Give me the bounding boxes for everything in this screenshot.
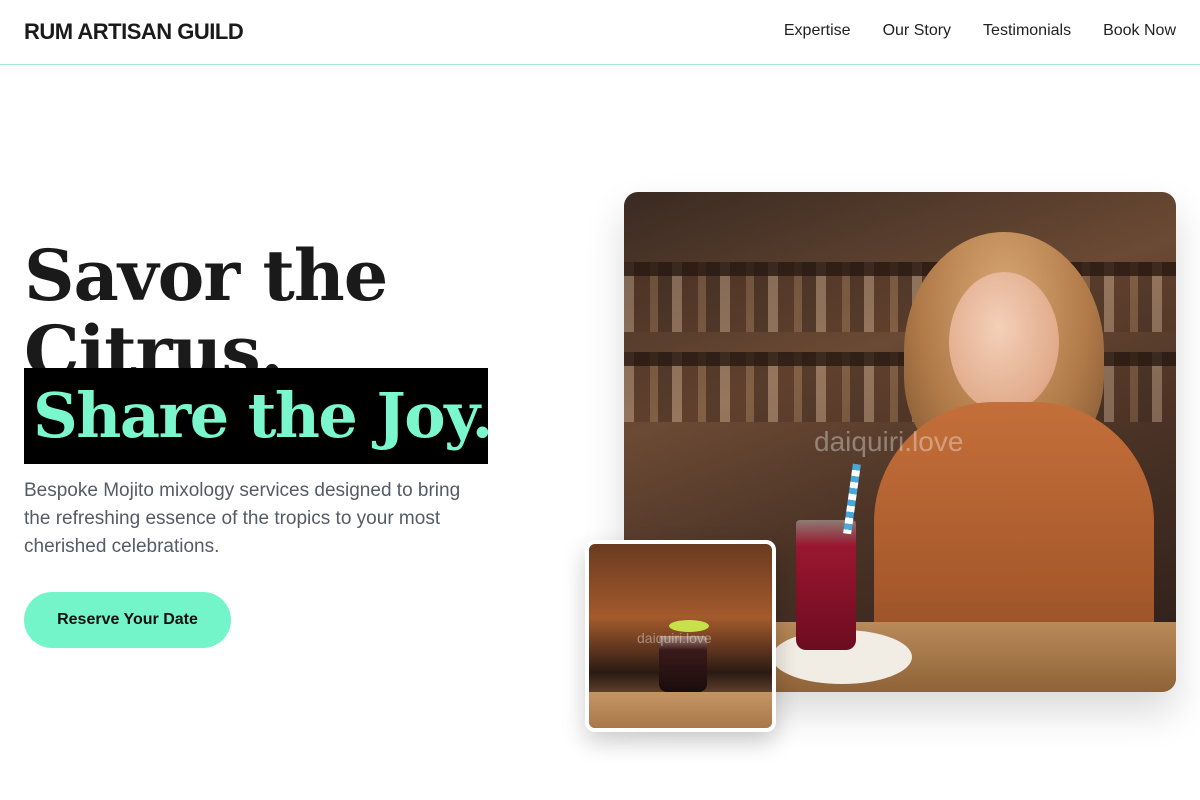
- photo-watermark: daiquiri.love: [814, 426, 964, 457]
- wood-bar-top: [589, 692, 772, 728]
- striped-straw: [843, 463, 861, 535]
- brand-logo[interactable]: RUM ARTISAN GUILD: [24, 19, 244, 45]
- bartender-face: [949, 272, 1059, 412]
- reserve-date-button[interactable]: Reserve Your Date: [24, 592, 231, 648]
- hero-headline: Savor the Citrus. Share the Joy.: [24, 238, 544, 464]
- nav-link-testimonials[interactable]: Testimonials: [983, 22, 1071, 40]
- main-nav: Expertise Our Story Testimonials Book No…: [784, 22, 1176, 40]
- nav-link-book-now[interactable]: Book Now: [1103, 22, 1176, 40]
- cocktail-garnish-thumbnail: daiquiri.love: [585, 540, 776, 732]
- nav-link-our-story[interactable]: Our Story: [883, 22, 951, 40]
- headline-highlight-box: Share the Joy.: [24, 368, 488, 464]
- headline-primary: Savor the Citrus.: [24, 238, 388, 368]
- headline-highlight-text: Share the Joy.: [33, 379, 488, 452]
- nav-link-expertise[interactable]: Expertise: [784, 22, 851, 40]
- thumbnail-watermark: daiquiri.love: [637, 630, 712, 646]
- red-cocktail-glass: [796, 520, 856, 650]
- hero-subcopy: Bespoke Mojito mixology services designe…: [24, 480, 461, 557]
- top-nav-bar: RUM ARTISAN GUILD Expertise Our Story Te…: [0, 0, 1200, 65]
